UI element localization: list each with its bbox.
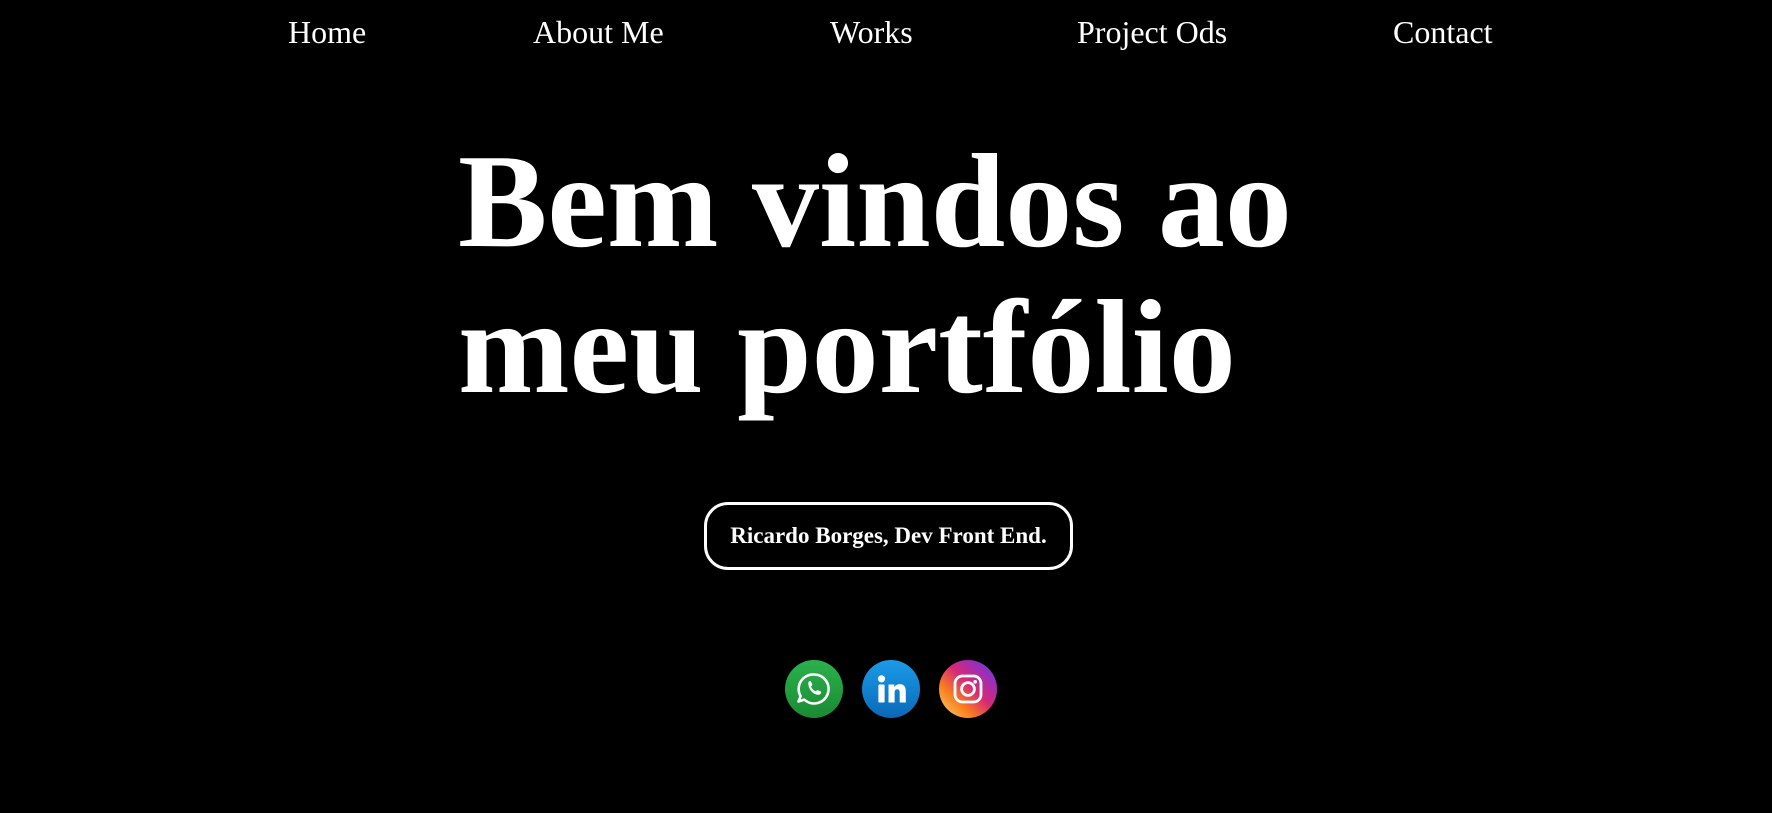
instagram-icon <box>939 660 997 718</box>
instagram-link[interactable] <box>939 660 997 718</box>
tagline-text: Ricardo Borges, Dev Front End. <box>730 523 1047 548</box>
whatsapp-link[interactable] <box>785 660 843 718</box>
nav-link-project-ods[interactable]: Project Ods <box>1077 12 1227 52</box>
hero-line-1: Bem vindos ao <box>458 127 1292 275</box>
nav-link-contact[interactable]: Contact <box>1393 12 1493 52</box>
tagline-badge: Ricardo Borges, Dev Front End. <box>704 502 1073 570</box>
nav-link-about-me[interactable]: About Me <box>533 12 664 52</box>
top-navigation: Home About Me Works Project Ods Contact <box>0 12 1772 52</box>
hero-line-2: meu portfólio <box>458 273 1236 421</box>
portfolio-page: Home About Me Works Project Ods Contact … <box>0 0 1772 813</box>
hero-heading: Bem vindos ao meu portfólio <box>458 128 1292 420</box>
linkedin-link[interactable] <box>862 660 920 718</box>
whatsapp-icon <box>785 660 843 718</box>
nav-link-works[interactable]: Works <box>830 12 913 52</box>
linkedin-icon <box>862 660 920 718</box>
nav-link-home[interactable]: Home <box>288 12 366 52</box>
